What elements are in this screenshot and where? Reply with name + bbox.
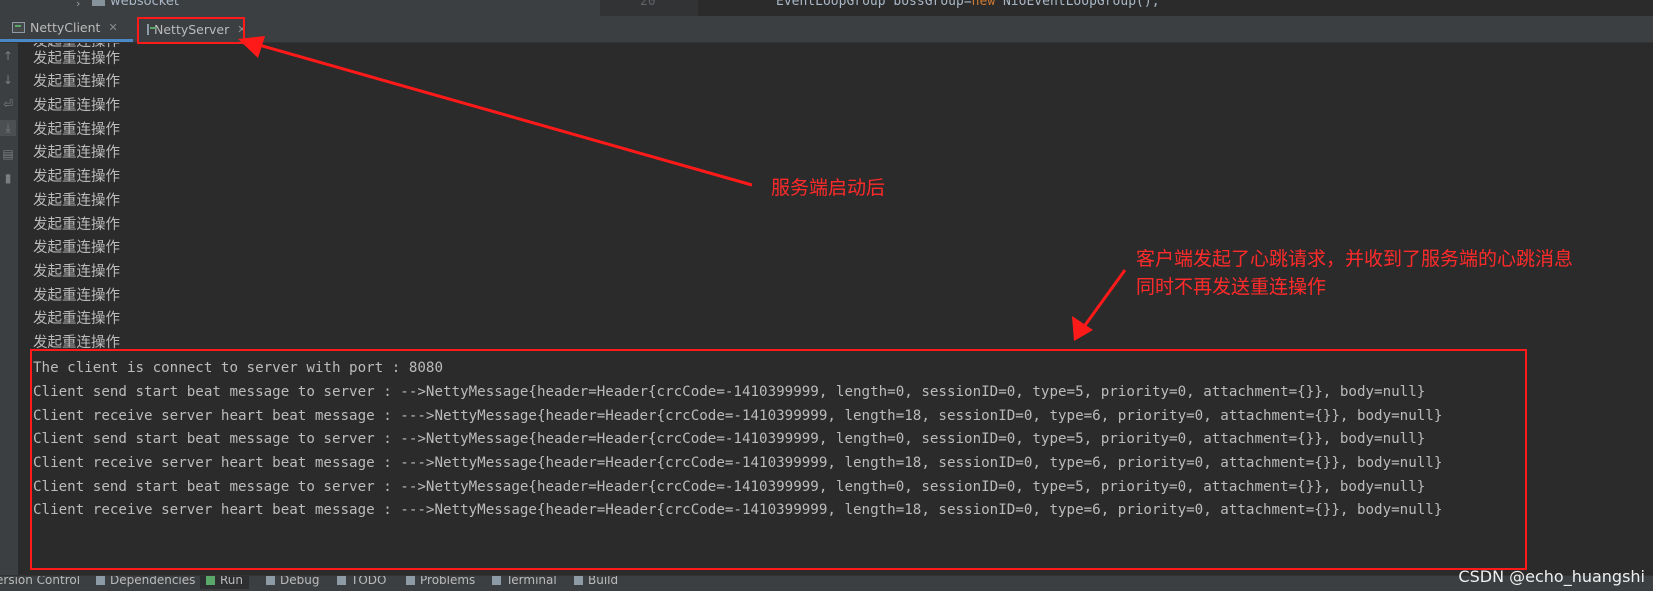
watermark: CSDN @echo_huangshi — [1458, 567, 1645, 586]
arrow-head-server — [238, 36, 265, 58]
arrow-line-heartbeat — [1081, 269, 1127, 329]
annotation-arrows — [238, 36, 1127, 341]
annotation-server-started: 服务端启动后 — [771, 177, 886, 199]
annotation-heartbeat-line1: 客户端发起了心跳请求，并收到了服务端的心跳消息 — [1136, 248, 1574, 270]
annotation-heartbeat-line2: 同时不再发送重连操作 — [1136, 276, 1327, 298]
arrow-line-server — [251, 41, 753, 187]
